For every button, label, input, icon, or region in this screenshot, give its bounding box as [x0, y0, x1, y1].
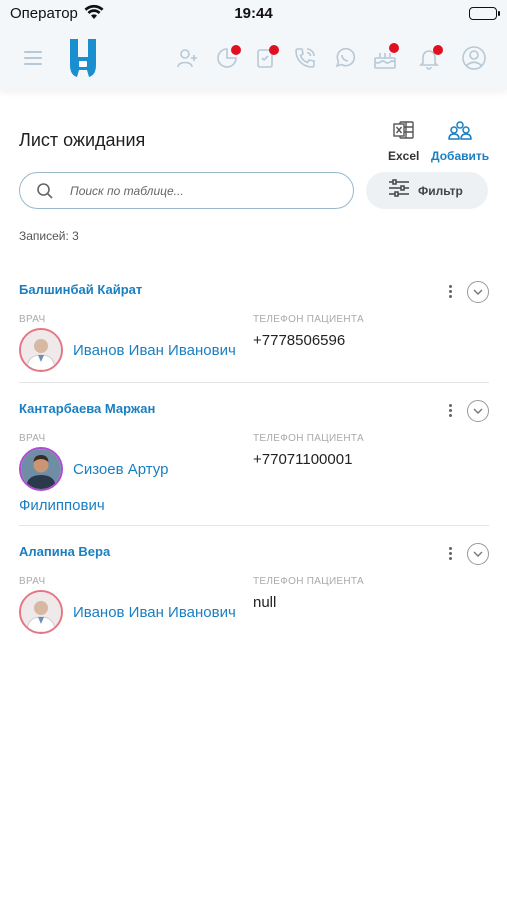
- excel-icon: [392, 120, 415, 145]
- notification-dot: [389, 43, 399, 53]
- doctor-avatar: [19, 447, 63, 491]
- patient-phone: null: [253, 594, 277, 611]
- menu-icon[interactable]: [18, 43, 48, 73]
- battery-icon: [469, 7, 500, 20]
- app-logo-icon[interactable]: [66, 36, 100, 80]
- patient-phone: +7778506596: [253, 332, 346, 349]
- more-options-icon[interactable]: [443, 283, 457, 301]
- add-patient-icon[interactable]: [172, 43, 202, 73]
- phone-call-icon[interactable]: [290, 43, 320, 73]
- doctor-avatar: [19, 328, 63, 372]
- excel-export-button[interactable]: Excel: [388, 120, 419, 163]
- patient-phone: +77071100001: [253, 451, 353, 468]
- chart-pie-icon[interactable]: [212, 43, 242, 73]
- notification-dot: [231, 45, 241, 55]
- add-group-icon: [448, 120, 472, 145]
- notification-dot: [433, 45, 443, 55]
- filter-sliders-icon: [388, 178, 410, 203]
- doctor-avatar: [19, 590, 63, 634]
- doctor-column-label: ВРАЧ: [19, 576, 46, 587]
- add-button[interactable]: Добавить: [431, 120, 489, 163]
- doctor-name-link[interactable]: Иванов Иван Иванович: [73, 596, 236, 630]
- patient-name[interactable]: Кантарбаева Маржан: [19, 401, 155, 416]
- phone-column-label: ТЕЛЕФОН ПАЦИЕНТА: [253, 433, 364, 444]
- notification-dot: [269, 45, 279, 55]
- status-bar: Оператор 19:44: [0, 0, 507, 28]
- doctor-name-link-continued[interactable]: Филиппович: [19, 489, 105, 523]
- records-count: Записей: 3: [19, 229, 79, 243]
- patient-name[interactable]: Алапина Вера: [19, 544, 110, 559]
- search-field[interactable]: [19, 172, 354, 209]
- more-options-icon[interactable]: [443, 545, 457, 563]
- search-icon: [36, 182, 54, 205]
- page-title: Лист ожидания: [19, 130, 146, 150]
- divider: [19, 382, 489, 383]
- doctor-column-label: ВРАЧ: [19, 433, 46, 444]
- chevron-down-icon[interactable]: [467, 400, 489, 422]
- phone-column-label: ТЕЛЕФОН ПАЦИЕНТА: [253, 314, 364, 325]
- doctor-name-link[interactable]: Сизоев Артур: [73, 453, 168, 487]
- bell-icon[interactable]: [414, 43, 444, 73]
- profile-icon[interactable]: [459, 43, 489, 73]
- filter-label: Фильтр: [418, 183, 463, 198]
- patient-name[interactable]: Балшинбай Кайрат: [19, 282, 142, 297]
- search-input[interactable]: [70, 180, 340, 202]
- divider: [19, 525, 489, 526]
- doctor-name-link[interactable]: Иванов Иван Иванович: [73, 334, 236, 368]
- birthday-cake-icon[interactable]: [370, 43, 400, 73]
- doctor-column-label: ВРАЧ: [19, 314, 46, 325]
- top-navigation-bar: [0, 28, 507, 90]
- filter-button[interactable]: Фильтр: [366, 172, 488, 209]
- chevron-down-icon[interactable]: [467, 281, 489, 303]
- more-options-icon[interactable]: [443, 402, 457, 420]
- excel-label: Excel: [388, 149, 420, 163]
- whatsapp-icon[interactable]: [330, 43, 360, 73]
- chevron-down-icon[interactable]: [467, 543, 489, 565]
- add-label: Добавить: [431, 149, 490, 163]
- clipboard-icon[interactable]: [250, 43, 280, 73]
- clock-label: 19:44: [234, 5, 273, 22]
- phone-column-label: ТЕЛЕФОН ПАЦИЕНТА: [253, 576, 364, 587]
